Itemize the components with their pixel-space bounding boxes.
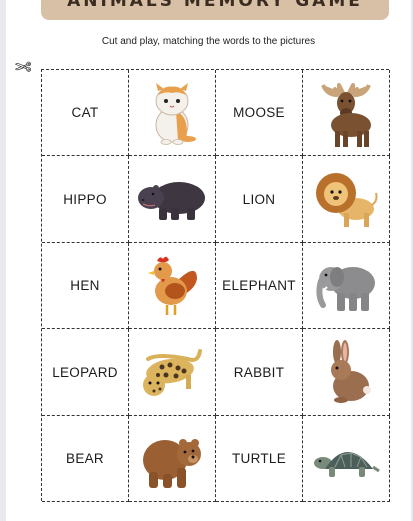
rabbit-illustration [331, 340, 371, 403]
page-title: ANIMALS MEMORY GAME [67, 0, 363, 11]
picture-card-leopard[interactable] [129, 329, 216, 416]
word-card-elephant[interactable]: ELEPHANT [216, 243, 303, 329]
card-word: LEOPARD [52, 364, 118, 380]
picture-card-lion[interactable] [303, 156, 390, 243]
lion-illustration [316, 173, 378, 227]
picture-card-hippo[interactable] [129, 156, 216, 243]
card-word: TURTLE [231, 451, 287, 466]
elephant-illustration [316, 266, 375, 311]
worksheet-page: ANIMALS MEMORY GAME Cut and play, matchi… [6, 0, 411, 521]
hen-illustration [148, 256, 197, 315]
word-card-leopard[interactable]: LEOPARD [42, 329, 129, 416]
card-word: BEAR [66, 451, 104, 466]
picture-card-cat[interactable] [129, 70, 216, 156]
cat-illustration [155, 82, 196, 145]
card-word: HEN [70, 278, 100, 293]
word-card-turtle[interactable]: TURTLE [216, 416, 303, 502]
scissors-icon: ✄ [15, 57, 32, 79]
card-grid: CAT MOOSE HIPPO LION HEN ELEPHANT LEOPAR… [41, 69, 390, 502]
card-word: CAT [71, 105, 99, 120]
card-word: RABBIT [233, 364, 285, 380]
word-card-rabbit[interactable]: RABBIT [216, 329, 303, 416]
word-card-moose[interactable]: MOOSE [216, 70, 303, 156]
bear-illustration [143, 438, 201, 488]
title-banner: ANIMALS MEMORY GAME [41, 0, 389, 20]
hippo-illustration [138, 182, 205, 220]
picture-card-moose[interactable] [303, 70, 390, 156]
moose-illustration [321, 82, 371, 147]
word-card-bear[interactable]: BEAR [42, 416, 129, 502]
word-card-lion[interactable]: LION [216, 156, 303, 243]
leopard-illustration [143, 349, 202, 396]
turtle-illustration [314, 451, 380, 477]
word-card-hippo[interactable]: HIPPO [42, 156, 129, 243]
picture-card-elephant[interactable] [303, 243, 390, 329]
card-word: ELEPHANT [222, 278, 296, 293]
word-card-hen[interactable]: HEN [42, 243, 129, 329]
picture-card-hen[interactable] [129, 243, 216, 329]
instructions-text: Cut and play, matching the words to the … [101, 36, 316, 47]
picture-card-rabbit[interactable] [303, 329, 390, 416]
picture-card-turtle[interactable] [303, 416, 390, 502]
card-word: HIPPO [63, 191, 107, 207]
card-word: LION [242, 191, 276, 207]
picture-card-bear[interactable] [129, 416, 216, 502]
word-card-cat[interactable]: CAT [42, 70, 129, 156]
card-word: MOOSE [233, 105, 285, 120]
